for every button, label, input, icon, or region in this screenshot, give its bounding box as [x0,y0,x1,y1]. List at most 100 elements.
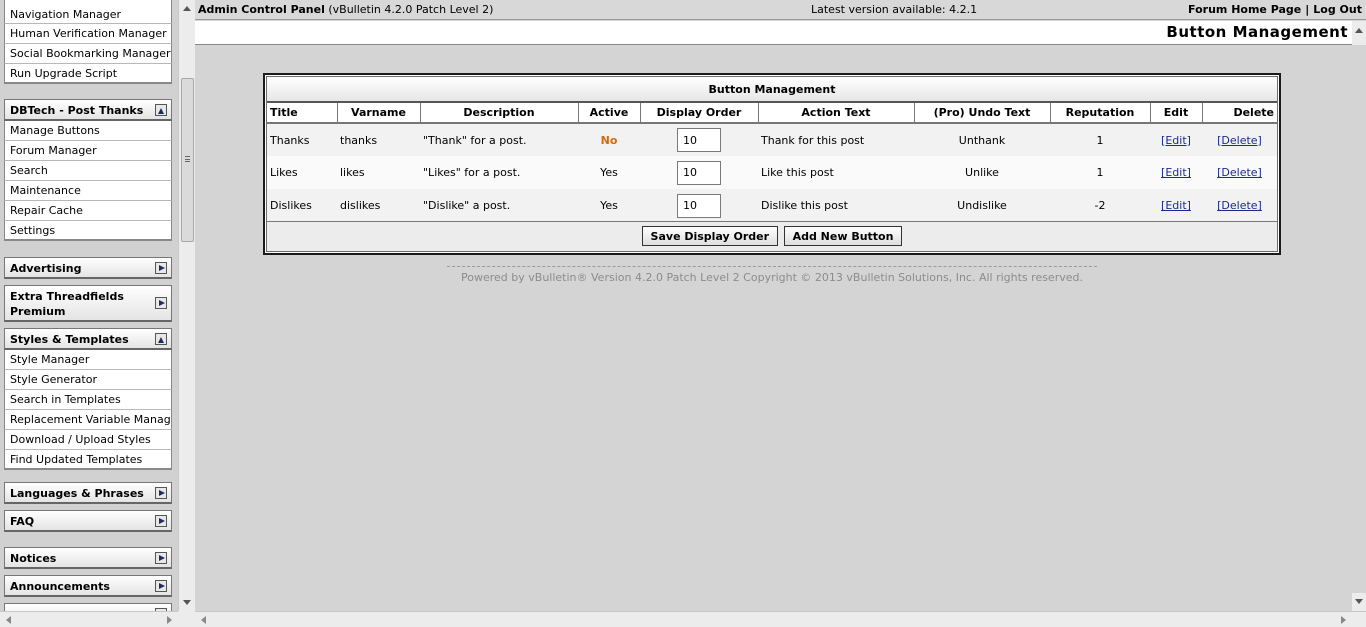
sidebar-item-maintenance[interactable]: Maintenance [4,181,172,201]
sidebar-header-notices[interactable]: Notices [4,547,172,569]
cell-undo-text: Unlike [914,156,1050,189]
sidebar-item-search-templates[interactable]: Search in Templates [4,390,172,410]
forum-home-link[interactable]: Forum Home Page [1188,3,1301,16]
delete-link[interactable]: [Delete] [1217,166,1262,179]
expand-icon[interactable] [155,551,167,564]
delete-link[interactable]: [Delete] [1217,134,1262,147]
edit-link[interactable]: [Edit] [1161,134,1191,147]
main-scrollbar-bottom[interactable] [1352,593,1366,611]
nav-group-faq: FAQ [4,510,172,532]
col-display-order: Display Order [640,103,759,124]
collapse-icon[interactable] [155,332,167,345]
scroll-left-icon[interactable] [6,616,11,624]
sidebar-header-extra-threadfields[interactable]: Extra Threadfields Premium [4,285,172,322]
scrollbar-corner [178,611,195,627]
nav-group-extra-threadfields: Extra Threadfields Premium [4,285,172,322]
nav-group-advertising: Advertising [4,257,172,279]
sidebar-item-forum-manager[interactable]: Forum Manager [4,141,172,161]
sidebar-item-manage-buttons[interactable]: Manage Buttons [4,121,172,141]
display-order-input[interactable] [677,160,721,185]
sidebar-item-find-updated-templates[interactable]: Find Updated Templates [4,450,172,470]
sidebar-item-style-generator[interactable]: Style Generator [4,370,172,390]
scroll-down-icon[interactable] [183,600,191,605]
nav-group-announcements: Announcements [4,575,172,597]
panel-inner: Button Management Title Varname Descript… [266,76,1278,252]
sidebar-scrollbar[interactable] [178,0,195,611]
sidebar-header-languages[interactable]: Languages & Phrases [4,482,172,504]
top-links: Forum Home Page | Log Out [1188,0,1362,20]
cell-active: No [600,133,618,147]
table-row: Thanks thanks "Thank" for a post. No Tha… [267,123,1277,156]
sidebar-item-replacement-variable[interactable]: Replacement Variable Manager [4,410,172,430]
sidebar-item-human-verification[interactable]: Human Verification Manager [4,24,172,44]
panel-footer: Save Display Order Add New Button [267,221,1277,251]
col-reputation: Reputation [1050,103,1151,124]
sidebar-nav: Navigation Manager Human Verification Ma… [0,0,178,611]
sidebar-header-faq[interactable]: FAQ [4,510,172,532]
col-description: Description [420,103,579,124]
scroll-thumb[interactable] [181,78,194,242]
sidebar-item-search[interactable]: Search [4,161,172,181]
sidebar-header-advertising[interactable]: Advertising [4,257,172,279]
sidebar-item-navigation-manager[interactable]: Navigation Manager [4,0,172,24]
sidebar-header-label: Notices [10,552,57,565]
sidebar-item-download-upload-styles[interactable]: Download / Upload Styles [4,430,172,450]
cell-action-text: Dislike this post [758,189,914,222]
sidebar-header-label: Extra Threadfields Premium [10,290,124,318]
nav-group-dbtech: DBTech - Post Thanks Manage Buttons Foru… [4,99,172,241]
collapse-icon[interactable] [155,103,167,116]
sidebar-header-label: FAQ [10,515,35,528]
add-new-button-button[interactable]: Add New Button [783,226,903,246]
sidebar-header-dbtech[interactable]: DBTech - Post Thanks [4,99,172,121]
expand-icon[interactable] [155,514,167,527]
sidebar-item-repair-cache[interactable]: Repair Cache [4,201,172,221]
scroll-left-icon[interactable] [201,616,206,624]
expand-icon[interactable] [155,486,167,499]
buttons-table: Title Varname Description Active Display… [267,103,1277,222]
expand-icon[interactable] [155,261,167,274]
sidebar-header-announcements[interactable]: Announcements [4,575,172,597]
expand-icon[interactable] [155,579,167,592]
page-title: Button Management [1166,23,1348,41]
edit-link[interactable]: [Edit] [1161,166,1191,179]
cell-title: Thanks [267,123,337,156]
acp-title: Admin Control Panel (vBulletin 4.2.0 Pat… [198,0,493,20]
nav-group-top: Navigation Manager Human Verification Ma… [4,0,172,84]
sidebar-item-settings[interactable]: Settings [4,221,172,241]
delete-link[interactable]: [Delete] [1217,199,1262,212]
scroll-right-icon[interactable] [167,616,172,624]
cell-varname: dislikes [337,189,420,222]
latest-version: Latest version available: 4.2.1 [811,3,978,16]
top-links-separator: | [1305,3,1310,16]
save-display-order-button[interactable]: Save Display Order [641,226,779,246]
edit-link[interactable]: [Edit] [1161,199,1191,212]
sidebar-header-partial[interactable] [4,603,172,611]
sidebar-header-styles[interactable]: Styles & Templates [4,328,172,350]
logout-link[interactable]: Log Out [1313,3,1362,16]
sidebar-header-label: Languages & Phrases [10,487,144,500]
sidebar-item-social-bookmarking[interactable]: Social Bookmarking Manager [4,44,172,64]
col-delete: Delete [1202,103,1277,124]
sidebar-horizontal-scrollbar[interactable] [0,611,178,627]
sidebar-item-run-upgrade[interactable]: Run Upgrade Script [4,64,172,84]
cell-undo-text: Unthank [914,123,1050,156]
acp-version: (vBulletin 4.2.0 Patch Level 2) [328,3,494,16]
main-horizontal-scrollbar[interactable] [195,611,1366,627]
button-management-panel: Button Management Title Varname Descript… [263,73,1281,255]
cell-reputation: -2 [1050,189,1150,222]
cell-reputation: 1 [1050,123,1150,156]
scroll-up-icon[interactable] [183,6,191,11]
display-order-input[interactable] [677,193,721,218]
cell-varname: thanks [337,123,420,156]
sidebar-header-label: Styles & Templates [10,333,129,346]
scroll-down-icon[interactable] [1355,599,1363,604]
cell-action-text: Thank for this post [758,123,914,156]
expand-icon[interactable] [155,297,167,309]
cell-action-text: Like this post [758,156,914,189]
scroll-up-icon[interactable] [1355,28,1363,33]
col-title: Title [267,103,338,124]
display-order-input[interactable] [677,128,721,152]
main-scrollbar-top[interactable] [1352,21,1366,45]
sidebar-item-style-manager[interactable]: Style Manager [4,350,172,370]
scroll-right-icon[interactable] [1341,616,1346,624]
